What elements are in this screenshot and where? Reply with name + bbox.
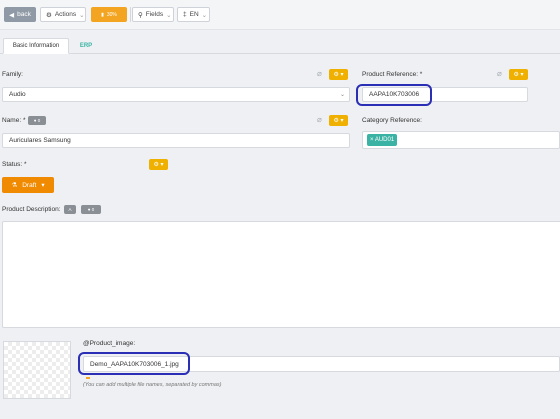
flask-icon: ⚗ [11,182,18,189]
family-label: Family: [2,71,23,78]
category-chip[interactable]: × AUD01 [367,134,398,146]
comment-tag[interactable]: ● 0 [81,205,101,214]
cog-icon: ⚙ ▾ [153,162,164,168]
actions-label: Actions [54,11,77,18]
product-reference-settings-button[interactable]: ⚙ ▾ [509,69,528,80]
product-image-hint: (You can add multiple file names, separa… [83,382,222,388]
chevron-down-icon: ⌄ [166,11,172,19]
tab-erp[interactable]: ERP [76,38,96,54]
cog-icon: ⚙ [46,11,52,19]
chevron-down-icon: ⌄ [79,11,85,19]
family-settings-button[interactable]: ⚙ ▾ [329,69,348,80]
cog-icon: ⚙ ▾ [333,118,344,124]
name-input[interactable]: Auriculares Samsung [2,133,350,148]
paperclip-icon[interactable]: ⌀ [317,69,322,78]
actions-button[interactable]: ⚙ Actions ⌄ [40,7,86,22]
back-label: back [17,11,31,18]
category-reference-label: Category Reference: [362,117,422,124]
image-thumbnail [3,341,71,399]
family-select[interactable]: Audio ⌄ [2,87,350,102]
name-value: Auriculares Samsung [9,137,71,144]
name-settings-button[interactable]: ⚙ ▾ [329,115,348,126]
product-reference-label: Product Reference: * [362,71,423,78]
caret-down-icon: ▾ [41,182,45,189]
lang-label: EN [189,11,199,18]
category-chip-label: × AUD01 [370,137,395,143]
fields-label: Fields [145,11,164,18]
status-value: Draft [22,181,37,189]
cog-icon: ⚙ ▾ [333,72,344,78]
status-label: Status: * [2,161,27,168]
filter-icon: ⚲ [138,11,143,19]
status-dropdown-button[interactable]: ⚗ Draft ▾ [2,177,54,193]
back-button[interactable]: ◀ back [4,7,36,22]
paperclip-icon[interactable]: ⌀ [497,69,502,78]
description-textarea[interactable] [2,221,560,328]
orange-marker [86,377,90,379]
description-tag-count: 0 [91,207,95,212]
name-label: Name: * [2,117,26,124]
fields-button[interactable]: ⚲ Fields ⌄ [132,7,174,22]
highlight-box [78,352,190,375]
translate-icon: A [68,207,72,212]
tab-bar: Basic Information ERP [0,38,560,54]
product-image-label: @Product_image: [83,340,136,347]
description-label: Product Description: [2,206,61,213]
cog-icon: ⚙ ▾ [513,72,524,78]
progress-label: 30% [106,11,117,18]
highlight-box [356,84,432,106]
toolbar: ◀ back ⚙ Actions ⌄ ▮ 30% ⚲ Fields ⌄ ‡ EN… [0,0,560,30]
tab-basic-information[interactable]: Basic Information [3,38,69,54]
family-value: Audio [9,91,26,98]
status-settings-button[interactable]: ⚙ ▾ [149,159,168,170]
paperclip-icon[interactable]: ⌀ [317,115,322,124]
arrow-left-icon: ◀ [9,11,15,19]
comment-tag[interactable]: ● 0 [28,116,46,125]
translate-button[interactable]: A [64,205,76,214]
comment-icon: ● [87,207,91,212]
language-button[interactable]: ‡ EN ⌄ [177,7,210,22]
toolbar-divider [130,7,131,22]
globe-icon: ‡ [183,11,187,18]
chevron-down-icon: ⌄ [201,11,208,19]
chevron-down-icon: ⌄ [339,92,345,98]
gauge-icon: ▮ [101,11,104,18]
name-tag-count: 0 [37,118,41,123]
progress-button[interactable]: ▮ 30% [91,7,127,22]
comment-icon: ● [33,118,37,123]
